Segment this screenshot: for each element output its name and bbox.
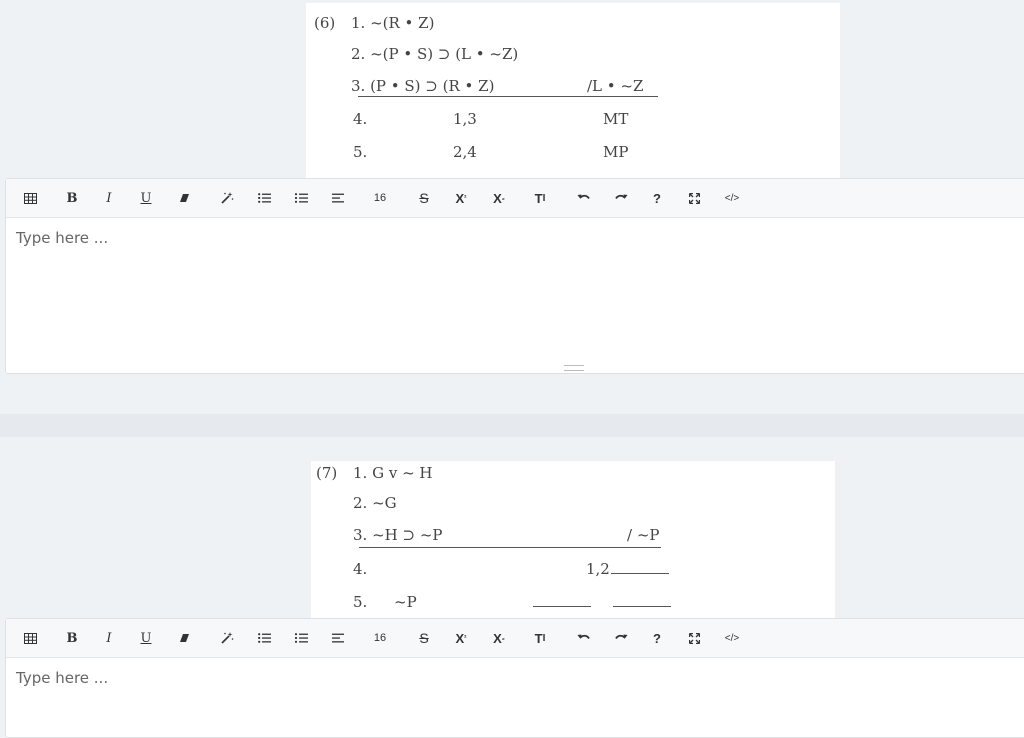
help-icon[interactable]: ? bbox=[644, 626, 670, 650]
numbered-list-icon[interactable] bbox=[288, 626, 314, 650]
premise-1: 1. ~(R • Z) bbox=[351, 14, 435, 32]
step-number: 4. bbox=[353, 560, 368, 578]
premise-3: 3. (P • S) ⊃ (R • Z) bbox=[351, 77, 495, 95]
align-icon[interactable] bbox=[325, 626, 351, 650]
table-icon[interactable] bbox=[17, 626, 43, 650]
superscript-icon[interactable]: X² bbox=[448, 186, 474, 210]
problem-label: (6) bbox=[314, 14, 336, 32]
numbered-list-icon[interactable] bbox=[288, 186, 314, 210]
subscript-icon[interactable]: X₂ bbox=[486, 626, 512, 650]
editor-text-area[interactable]: Type here ... bbox=[16, 229, 108, 247]
redo-icon[interactable] bbox=[608, 626, 634, 650]
text-size-icon[interactable]: TI bbox=[527, 626, 553, 650]
premise-conclusion-rule bbox=[359, 547, 661, 548]
step-number: 4. bbox=[353, 110, 368, 128]
step-formula: ~P bbox=[394, 593, 417, 611]
italic-icon[interactable]: I bbox=[96, 626, 122, 650]
rule-blank bbox=[611, 573, 669, 574]
premise-3: 3. ~H ⊃ ~P bbox=[353, 526, 443, 544]
strikethrough-icon[interactable]: S bbox=[411, 186, 437, 210]
undo-icon[interactable] bbox=[570, 626, 596, 650]
step-justification: 2,4 bbox=[453, 143, 477, 161]
problem-label: (7) bbox=[316, 464, 338, 482]
code-view-icon[interactable]: </> bbox=[719, 186, 745, 210]
text-size-icon[interactable]: TI bbox=[527, 186, 553, 210]
strikethrough-icon[interactable]: S bbox=[411, 626, 437, 650]
editor-toolbar: B I U 16 S X² X₂ TI ? </> bbox=[6, 179, 1024, 218]
bullet-list-icon[interactable] bbox=[251, 626, 277, 650]
help-icon[interactable]: ? bbox=[644, 186, 670, 210]
rule-blank bbox=[613, 606, 671, 607]
underline-icon[interactable]: U bbox=[133, 626, 159, 650]
align-icon[interactable] bbox=[325, 186, 351, 210]
answer-editor-6: B I U 16 S X² X₂ TI ? </> Type here ... bbox=[5, 178, 1024, 374]
bold-icon[interactable]: B bbox=[59, 626, 85, 650]
problem-7-image: (7) 1. G v ~ H 2. ~G 3. ~H ⊃ ~P / ~P 4. … bbox=[311, 461, 835, 619]
redo-icon[interactable] bbox=[608, 186, 634, 210]
step-justification: 1,2 bbox=[586, 560, 610, 578]
bullet-list-icon[interactable] bbox=[251, 186, 277, 210]
editor-toolbar: B I U 16 S X² X₂ TI ? </> bbox=[6, 619, 1024, 658]
font-size-button[interactable]: 16 bbox=[367, 626, 393, 650]
magic-wand-icon[interactable] bbox=[214, 626, 240, 650]
conclusion: /L • ~Z bbox=[587, 77, 644, 95]
justification-blank bbox=[533, 606, 591, 607]
eraser-icon[interactable] bbox=[171, 626, 197, 650]
step-number: 5. bbox=[353, 143, 368, 161]
step-number: 5. bbox=[353, 593, 368, 611]
undo-icon[interactable] bbox=[570, 186, 596, 210]
table-icon[interactable] bbox=[17, 186, 43, 210]
editor-resize-handle[interactable] bbox=[564, 365, 584, 371]
step-rule: MP bbox=[603, 143, 629, 161]
section-divider bbox=[0, 414, 1024, 437]
fullscreen-icon[interactable] bbox=[681, 186, 707, 210]
answer-editor-7: B I U 16 S X² X₂ TI ? </> Type here ... bbox=[5, 618, 1024, 738]
step-rule: MT bbox=[603, 110, 629, 128]
editor-text-area[interactable]: Type here ... bbox=[16, 669, 108, 687]
fullscreen-icon[interactable] bbox=[681, 626, 707, 650]
magic-wand-icon[interactable] bbox=[214, 186, 240, 210]
subscript-icon[interactable]: X₂ bbox=[486, 186, 512, 210]
conclusion: / ~P bbox=[627, 526, 660, 544]
eraser-icon[interactable] bbox=[171, 186, 197, 210]
premise-conclusion-rule bbox=[358, 96, 658, 97]
code-view-icon[interactable]: </> bbox=[719, 626, 745, 650]
problem-6-image: (6) 1. ~(R • Z) 2. ~(P • S) ⊃ (L • ~Z) 3… bbox=[306, 3, 840, 178]
bold-icon[interactable]: B bbox=[59, 186, 85, 210]
superscript-icon[interactable]: X² bbox=[448, 626, 474, 650]
font-size-button[interactable]: 16 bbox=[367, 186, 393, 210]
premise-2: 2. ~(P • S) ⊃ (L • ~Z) bbox=[351, 45, 519, 63]
step-justification: 1,3 bbox=[453, 110, 477, 128]
premise-2: 2. ~G bbox=[353, 494, 397, 512]
underline-icon[interactable]: U bbox=[133, 186, 159, 210]
premise-1: 1. G v ~ H bbox=[353, 464, 433, 482]
italic-icon[interactable]: I bbox=[96, 186, 122, 210]
